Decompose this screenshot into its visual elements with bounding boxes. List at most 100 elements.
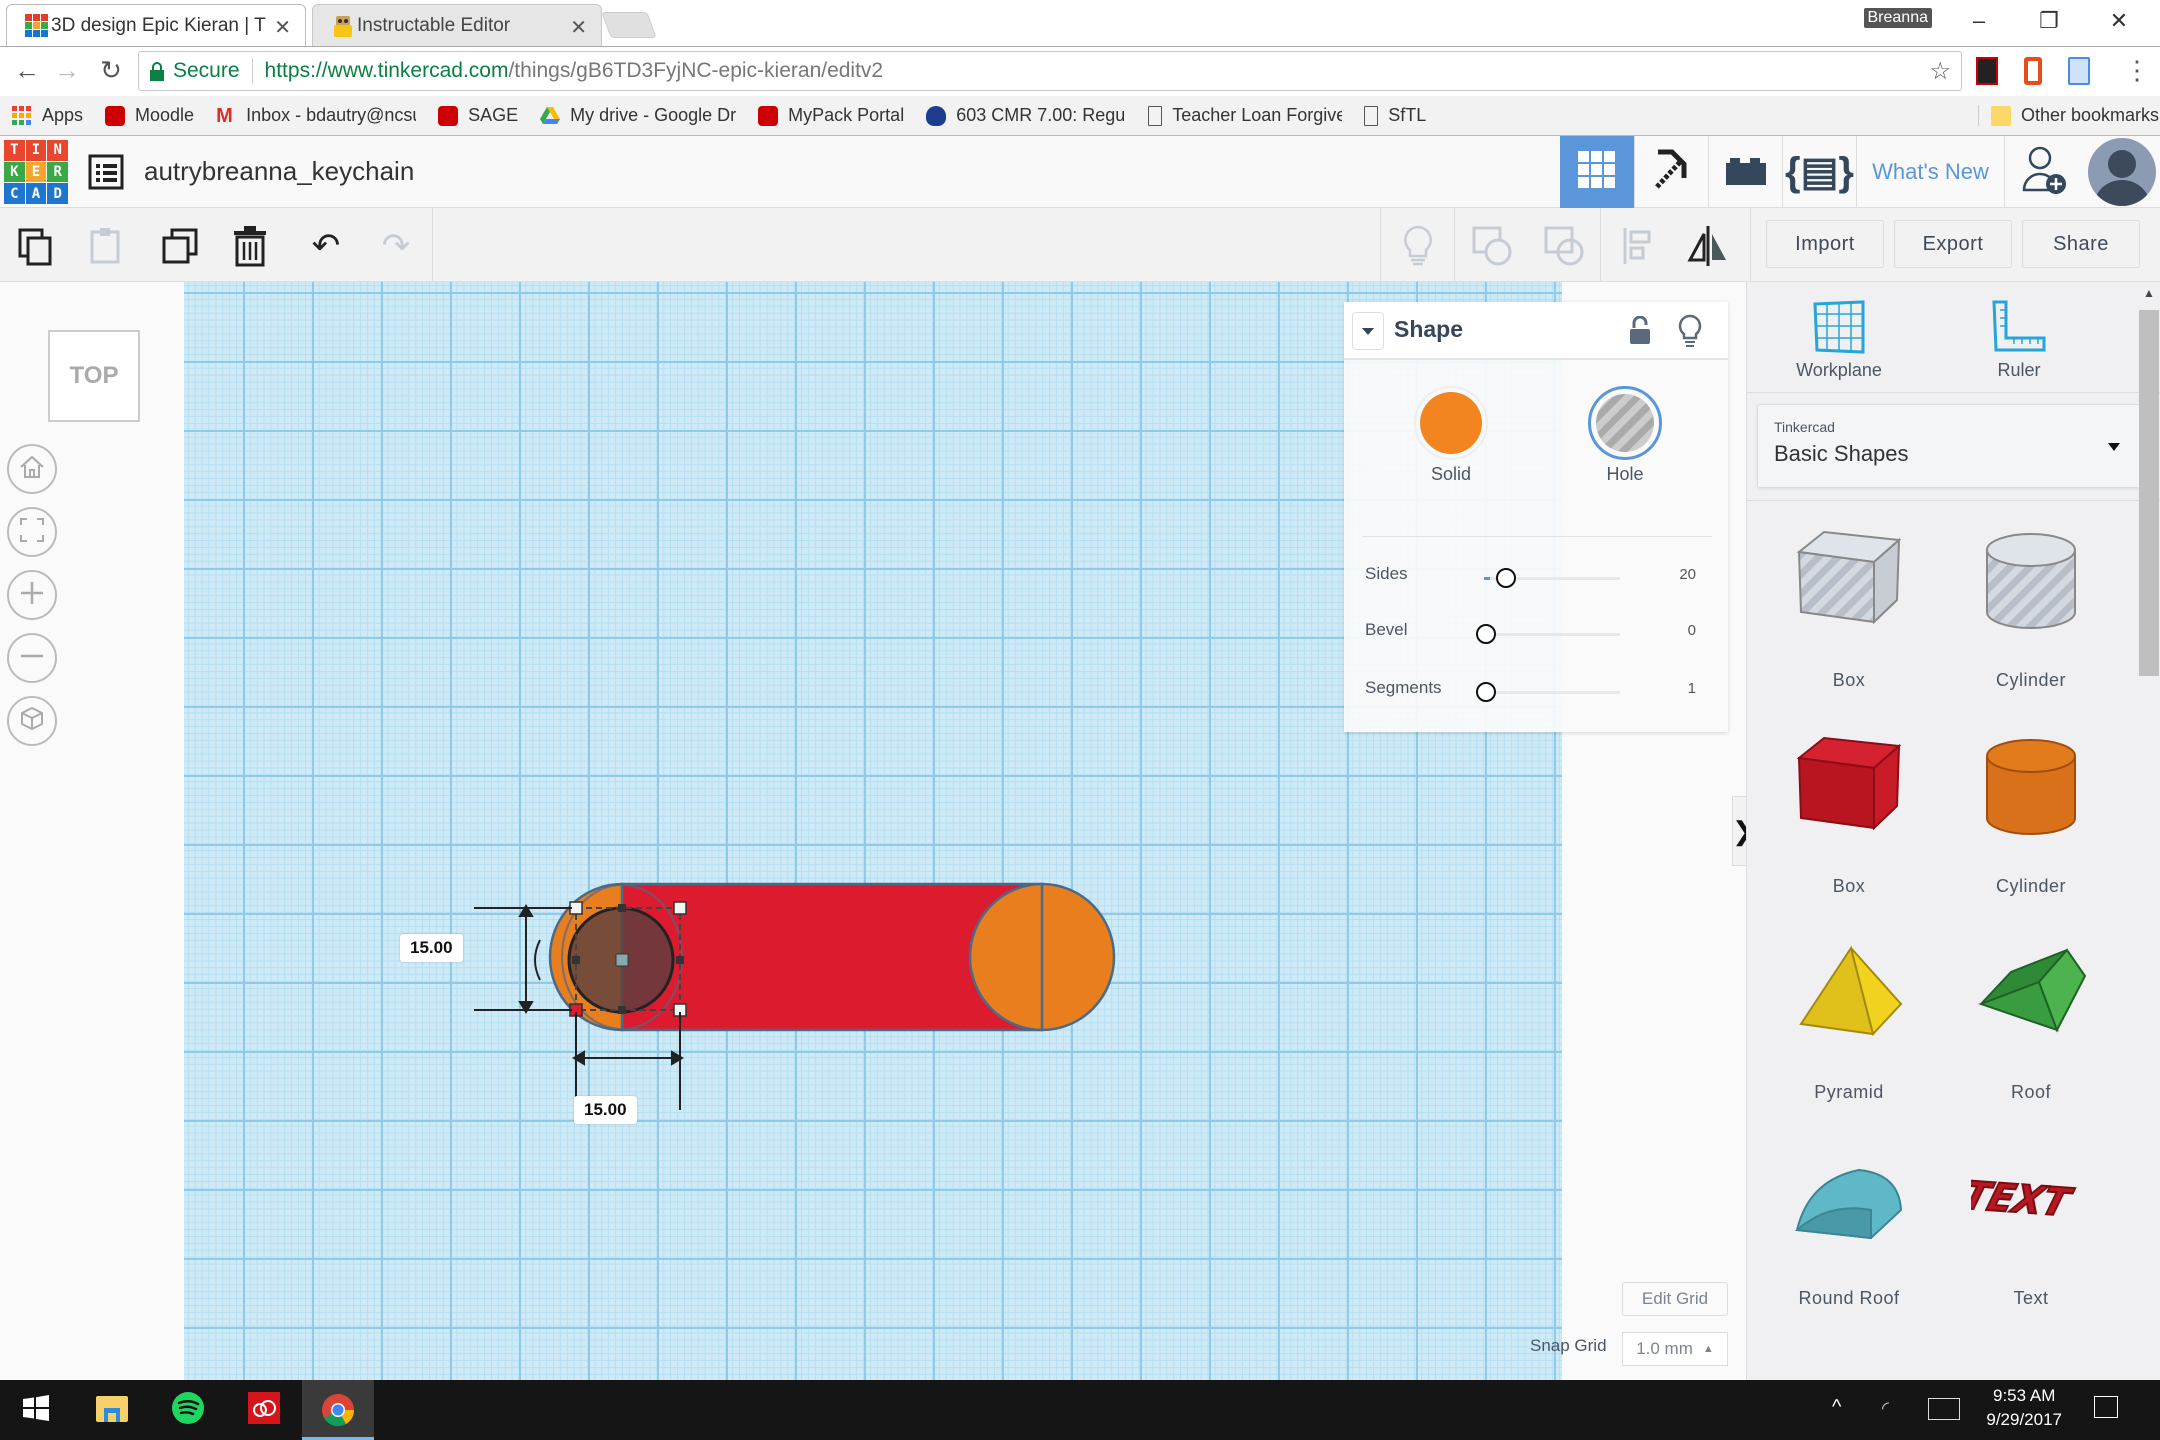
whats-new-link[interactable]: What's New <box>1856 136 2004 208</box>
copy-button[interactable] <box>12 222 60 270</box>
tab-tinkercad[interactable]: 3D design Epic Kieran | T ✕ <box>6 4 306 46</box>
profile-name[interactable]: Breanna <box>1863 8 1932 28</box>
shape-cylinder[interactable]: Cylinder <box>1943 716 2119 916</box>
forward-icon[interactable]: → <box>52 55 82 86</box>
view-cube[interactable]: TOP <box>48 330 140 422</box>
export-button[interactable]: Export <box>1894 220 2012 268</box>
shape-pyramid[interactable]: Pyramid <box>1761 922 1937 1122</box>
creative-cloud-button[interactable] <box>242 1388 286 1432</box>
bookmark-apps[interactable]: Apps <box>12 105 83 126</box>
tinkercad-logo[interactable]: T I N K E R C A D <box>4 140 68 204</box>
share-button[interactable]: Share <box>2022 220 2140 268</box>
unlock-icon[interactable] <box>1628 315 1652 351</box>
align-button[interactable] <box>1614 222 1662 270</box>
office-extension-icon[interactable] <box>2024 57 2042 85</box>
solid-option[interactable] <box>1414 386 1488 460</box>
perspective-toggle-button[interactable] <box>7 696 57 746</box>
scroll-up-arrow-icon[interactable]: ▲ <box>2143 286 2155 300</box>
show-hidden-icons-chevron-icon[interactable]: ^ <box>1832 1396 1841 1419</box>
close-tab-icon[interactable]: ✕ <box>274 15 291 40</box>
nav-codeblocks[interactable]: {▤} <box>1782 136 1856 208</box>
google-docs-extension-icon[interactable] <box>2068 57 2090 85</box>
nav-minecraft[interactable] <box>1634 136 1708 208</box>
chrome-taskbar-button[interactable] <box>302 1380 374 1440</box>
bookmark-sftl[interactable]: SfTL <box>1364 105 1426 126</box>
bookmark-inbox[interactable]: M Inbox - bdautry@ncsu <box>216 105 416 126</box>
sides-value[interactable]: 20 <box>1679 566 1696 583</box>
shape-roof[interactable]: Roof <box>1943 922 2119 1122</box>
group-button[interactable] <box>1468 222 1516 270</box>
bookmark-moodle[interactable]: Moodle <box>105 105 194 126</box>
nav-lego-bricks[interactable] <box>1708 136 1782 208</box>
shape-cylinder-hole[interactable]: Cylinder <box>1943 510 2119 710</box>
spotify-button[interactable] <box>166 1388 210 1432</box>
file-explorer-button[interactable] <box>90 1388 134 1432</box>
ungroup-button[interactable] <box>1540 222 1588 270</box>
tab-instructable-editor[interactable]: Instructable Editor ✕ <box>312 4 602 46</box>
resize-handle[interactable] <box>673 1003 687 1017</box>
shape-box[interactable]: Box <box>1761 716 1937 916</box>
bookmark-star-icon[interactable]: ☆ <box>1929 57 1951 86</box>
width-dimension-input[interactable]: 15.00 <box>400 934 463 962</box>
shape-text[interactable]: TEXT Text <box>1943 1128 2119 1328</box>
shape-round-roof[interactable]: Round Roof <box>1761 1128 1937 1328</box>
lightbulb-icon[interactable] <box>1678 314 1702 353</box>
resize-handle[interactable] <box>569 901 583 915</box>
system-clock[interactable]: 9:53 AM 9/29/2017 <box>1986 1384 2062 1432</box>
duplicate-button[interactable] <box>156 222 204 270</box>
bookmark-google-drive[interactable]: My drive - Google Dr <box>540 105 736 126</box>
shape-box-hole[interactable]: Box <box>1761 510 1937 710</box>
edit-grid-button[interactable]: Edit Grid <box>1622 1282 1728 1316</box>
user-avatar[interactable] <box>2088 138 2156 206</box>
bevel-slider-track[interactable] <box>1490 633 1620 636</box>
length-dimension-input[interactable]: 15.00 <box>574 1096 637 1124</box>
start-button[interactable] <box>14 1388 58 1432</box>
design-list-icon[interactable] <box>88 154 124 195</box>
resize-handle[interactable] <box>673 901 687 915</box>
paste-button[interactable] <box>82 222 130 270</box>
notes-bulb-button[interactable] <box>1394 222 1442 270</box>
wifi-icon[interactable]: ◜ <box>1882 1398 1889 1419</box>
zoom-out-button[interactable] <box>7 633 57 683</box>
shape-category-select[interactable]: Tinkercad Basic Shapes <box>1757 404 2149 488</box>
chrome-menu-icon[interactable]: ⋮ <box>2124 55 2150 86</box>
snap-grid-select[interactable]: 1.0 mm ▲ <box>1622 1332 1728 1366</box>
keyboard-icon[interactable] <box>1928 1398 1960 1420</box>
back-icon[interactable]: ← <box>12 55 42 86</box>
restore-icon[interactable]: ❐ <box>2016 4 2082 38</box>
new-tab-button[interactable] <box>601 12 657 38</box>
action-center-icon[interactable] <box>2094 1396 2118 1418</box>
other-bookmarks[interactable]: Other bookmarks <box>1978 105 2159 126</box>
bookmark-mypack[interactable]: MyPack Portal <box>758 105 904 126</box>
url-input[interactable]: Secure https://www.tinkercad.com /things… <box>138 51 1962 91</box>
add-user-button[interactable] <box>2004 136 2084 208</box>
library-scrollbar-thumb[interactable] <box>2139 310 2159 676</box>
import-button[interactable]: Import <box>1766 220 1884 268</box>
adobe-acrobat-extension-icon[interactable] <box>1976 57 1998 85</box>
collapse-panel-button[interactable] <box>1352 312 1384 350</box>
home-view-button[interactable] <box>7 444 57 494</box>
segments-value[interactable]: 1 <box>1688 680 1696 697</box>
workplane-tool[interactable]: Workplane <box>1749 294 1929 381</box>
mirror-button[interactable] <box>1684 222 1732 270</box>
zoom-in-button[interactable] <box>7 570 57 620</box>
undo-button[interactable]: ↶ <box>302 222 350 270</box>
design-name[interactable]: autrybreanna_keychain <box>144 156 414 187</box>
bookmark-sage[interactable]: SAGE <box>438 105 518 126</box>
bookmark-teacher-loan[interactable]: Teacher Loan Forgive <box>1148 105 1342 126</box>
delete-button[interactable] <box>226 222 274 270</box>
resize-handle[interactable] <box>569 1003 583 1017</box>
fit-view-button[interactable] <box>7 507 57 557</box>
ruler-tool[interactable]: Ruler <box>1929 294 2109 381</box>
hole-option[interactable] <box>1588 386 1662 460</box>
close-tab-icon[interactable]: ✕ <box>570 15 587 40</box>
sides-slider-knob[interactable] <box>1496 568 1516 588</box>
bevel-value[interactable]: 0 <box>1688 622 1696 639</box>
reload-icon[interactable]: ↻ <box>96 55 126 86</box>
bevel-slider-knob[interactable] <box>1476 624 1496 644</box>
redo-button[interactable]: ↷ <box>372 222 420 270</box>
segments-slider-knob[interactable] <box>1476 682 1496 702</box>
nav-3d-design[interactable] <box>1560 136 1634 208</box>
segments-slider-track[interactable] <box>1490 691 1620 694</box>
close-window-icon[interactable]: ✕ <box>2086 4 2152 38</box>
